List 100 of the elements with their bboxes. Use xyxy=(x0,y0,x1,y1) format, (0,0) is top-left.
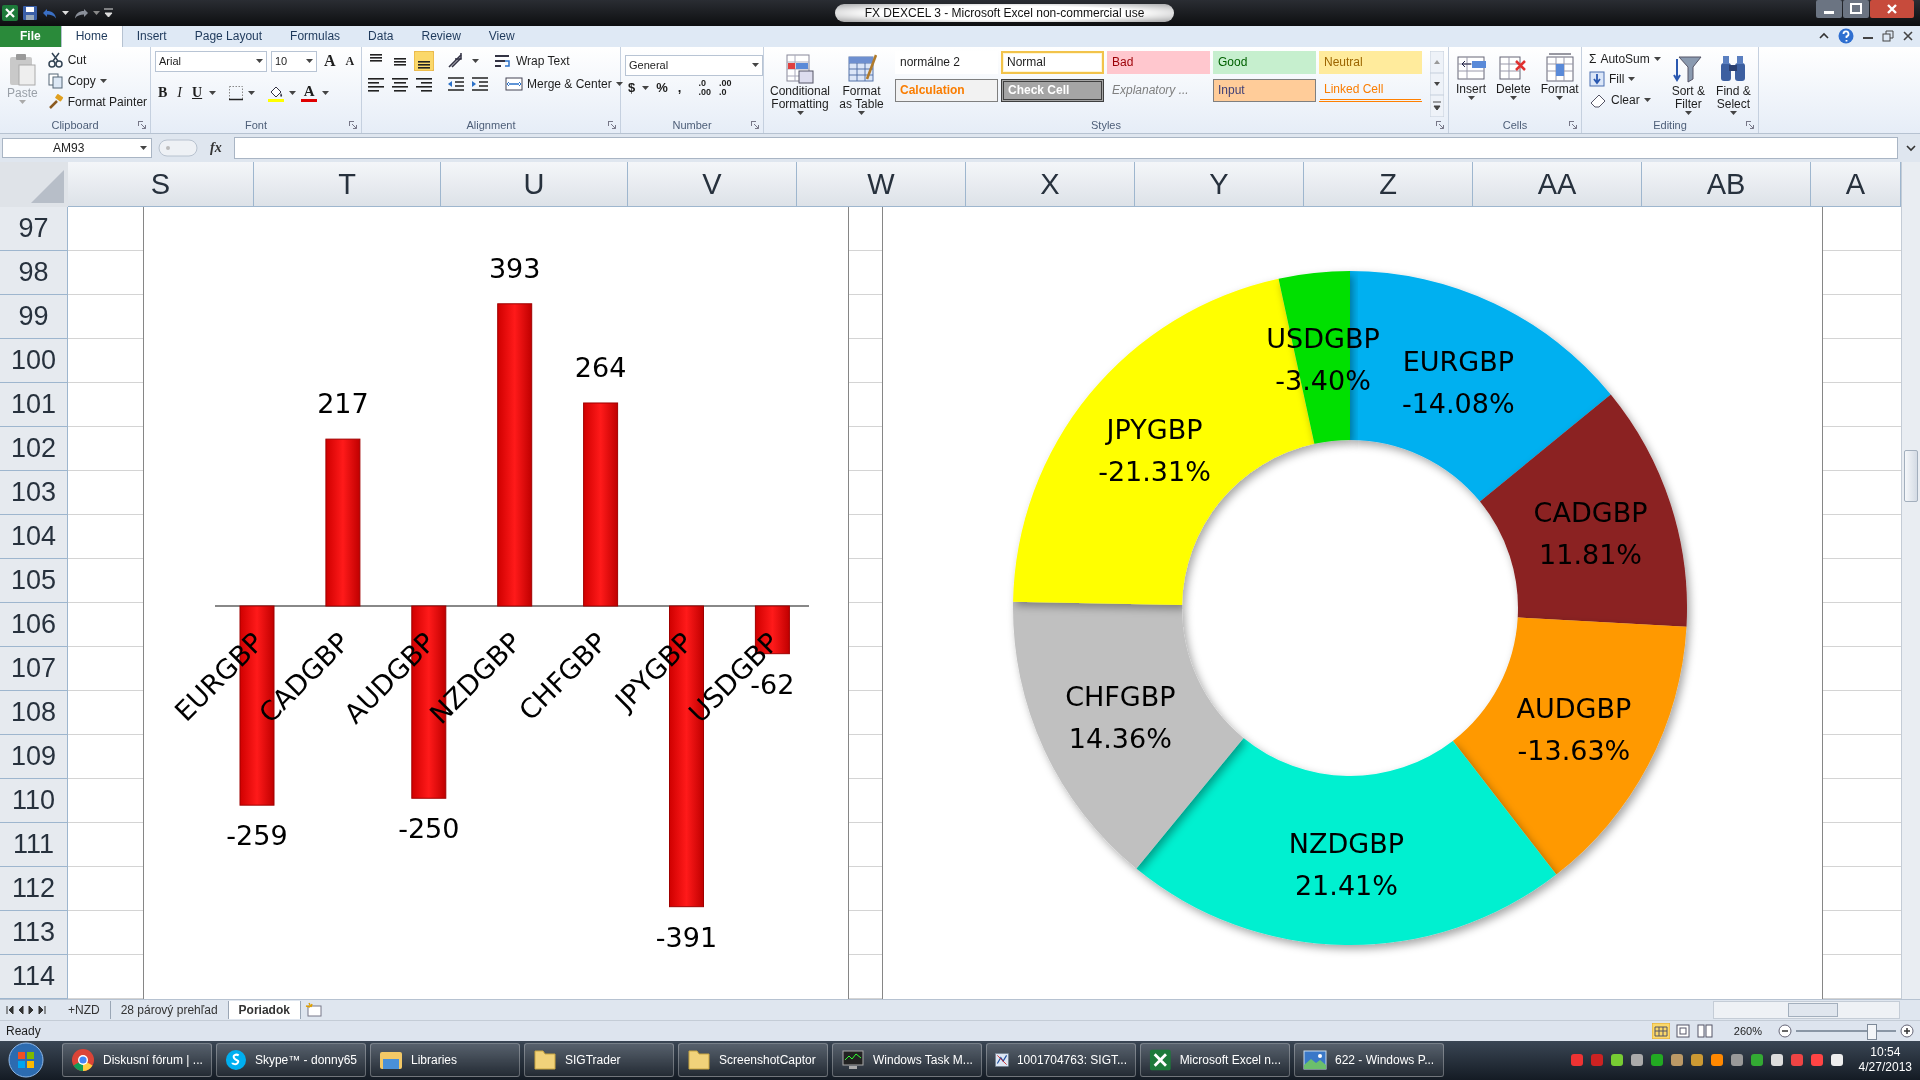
caret-icon[interactable] xyxy=(1643,97,1651,102)
dialog-launcher-icon[interactable] xyxy=(349,121,357,130)
row-header[interactable]: 113 xyxy=(0,911,68,956)
toolbar-button[interactable]: Format Painter xyxy=(44,92,151,111)
cell-style[interactable]: Neutral xyxy=(1319,50,1422,74)
taskbar-button[interactable]: SIGTrader xyxy=(524,1043,674,1078)
cell-style[interactable]: Input xyxy=(1213,78,1316,102)
row-header[interactable]: 106 xyxy=(0,603,68,648)
caret-icon[interactable] xyxy=(99,78,107,83)
clock-date[interactable]: 4/27/2013 xyxy=(1858,1060,1912,1076)
caret-icon[interactable] xyxy=(1653,56,1661,61)
ribbon-tab[interactable]: Data xyxy=(354,25,408,47)
zoom-in-icon[interactable] xyxy=(1900,1023,1914,1038)
row-header[interactable]: 110 xyxy=(0,779,68,824)
column-header[interactable]: X xyxy=(966,162,1135,208)
scroll-down-icon[interactable] xyxy=(1430,72,1444,95)
comma-button[interactable]: , xyxy=(674,80,685,96)
normal-view-icon[interactable] xyxy=(1651,1022,1670,1039)
tray-icon[interactable] xyxy=(1608,1052,1625,1069)
row-header[interactable]: 112 xyxy=(0,867,68,912)
tray-icon[interactable] xyxy=(1628,1052,1645,1069)
sheet-tab[interactable]: 28 párový prehľad xyxy=(110,1000,229,1019)
vertical-scrollbar[interactable] xyxy=(1901,162,1920,1000)
tray-icon[interactable] xyxy=(1708,1052,1725,1069)
number-format-field[interactable]: General xyxy=(625,54,763,76)
shrink-font-button[interactable]: A xyxy=(342,53,358,69)
name-box[interactable]: AM93 xyxy=(2,138,152,159)
taskbar-button[interactable]: 622 - Windows P... xyxy=(1294,1043,1444,1078)
ribbon-tab[interactable]: View xyxy=(474,25,529,47)
caret-icon[interactable] xyxy=(256,59,263,64)
caret-icon[interactable] xyxy=(1556,95,1564,100)
dialog-launcher-icon[interactable] xyxy=(1746,121,1754,130)
wrap-text-button[interactable]: Wrap Text xyxy=(491,51,573,70)
sheet-tab[interactable]: +NZD xyxy=(58,1000,111,1019)
column-header[interactable]: Z xyxy=(1304,162,1473,208)
ribbon-tab[interactable]: File xyxy=(0,24,61,47)
dialog-launcher-icon[interactable] xyxy=(138,121,146,130)
cell-style[interactable]: Good xyxy=(1213,50,1316,74)
dialog-launcher-icon[interactable] xyxy=(751,121,759,130)
column-header[interactable]: Y xyxy=(1135,162,1304,208)
percent-button[interactable]: % xyxy=(653,80,671,96)
caret-icon[interactable] xyxy=(752,63,759,68)
restore-icon[interactable] xyxy=(1882,29,1894,42)
row-header[interactable]: 97 xyxy=(0,207,68,252)
column-header[interactable]: T xyxy=(254,162,441,208)
underline-button[interactable]: U xyxy=(189,84,206,101)
caret-icon[interactable] xyxy=(248,90,256,95)
cell-style[interactable]: Explanatory ... xyxy=(1107,78,1210,102)
fill-button[interactable]: Fill xyxy=(1586,69,1664,88)
insert-function-button[interactable]: fx xyxy=(204,140,228,157)
more-icon[interactable] xyxy=(1430,94,1444,117)
italic-button[interactable]: I xyxy=(174,84,185,101)
column-header[interactable]: A xyxy=(1811,162,1901,208)
row-header[interactable]: 99 xyxy=(0,295,68,340)
caret-icon[interactable] xyxy=(796,110,804,115)
row-header[interactable]: 104 xyxy=(0,515,68,560)
increase-decimal-button[interactable]: .0 .00 xyxy=(696,78,713,97)
font-name-field[interactable]: Arial xyxy=(155,50,267,72)
save-icon[interactable] xyxy=(22,4,38,21)
row-header[interactable]: 107 xyxy=(0,647,68,692)
caret-icon[interactable] xyxy=(322,90,330,95)
clock-time[interactable]: 10:54 xyxy=(1870,1045,1901,1061)
minimize-icon[interactable] xyxy=(1816,0,1842,18)
caret-icon[interactable] xyxy=(472,58,479,63)
page-break-icon[interactable] xyxy=(1695,1022,1714,1039)
bold-button[interactable]: B xyxy=(155,84,171,101)
row-header[interactable]: 101 xyxy=(0,383,68,428)
taskbar-button[interactable]: Skype™ - donny65 xyxy=(216,1043,366,1078)
tray-icon[interactable] xyxy=(1768,1052,1785,1069)
taskbar-button[interactable]: Microsoft Excel n... xyxy=(1140,1043,1290,1078)
font-color-button[interactable]: A xyxy=(300,83,319,102)
caret-icon[interactable] xyxy=(1729,110,1737,115)
dialog-launcher-icon[interactable] xyxy=(608,121,616,130)
caret-icon[interactable] xyxy=(858,110,865,115)
ribbon-tab[interactable]: Page Layout xyxy=(180,25,277,47)
taskbar-button[interactable]: Diskusní fórum | ... xyxy=(62,1043,212,1078)
zoom-out-icon[interactable] xyxy=(1778,1023,1792,1038)
tray-icon[interactable] xyxy=(1688,1052,1705,1069)
row-header[interactable]: 103 xyxy=(0,471,68,516)
row-header[interactable]: 114 xyxy=(0,955,68,1000)
caret-icon[interactable] xyxy=(289,90,297,95)
horizontal-scrollbar[interactable] xyxy=(1713,1000,1900,1019)
dialog-launcher-icon[interactable] xyxy=(1569,121,1577,130)
close-icon[interactable] xyxy=(1902,29,1914,42)
cell-style[interactable]: Bad xyxy=(1107,50,1210,74)
column-header[interactable]: U xyxy=(441,162,628,208)
row-header[interactable]: 108 xyxy=(0,691,68,736)
caret-icon[interactable] xyxy=(209,90,217,95)
row-header[interactable]: 105 xyxy=(0,559,68,604)
tray-icon[interactable] xyxy=(1668,1052,1685,1069)
caret-icon[interactable] xyxy=(642,85,650,90)
borders-icon[interactable] xyxy=(228,84,245,101)
ribbon-button[interactable]: Delete xyxy=(1493,50,1534,102)
decrease-decimal-button[interactable]: .00 .0 xyxy=(716,78,734,97)
autosum-button[interactable]: Σ AutoSum xyxy=(1586,50,1664,67)
row-header[interactable]: 109 xyxy=(0,735,68,780)
grow-font-button[interactable]: A xyxy=(321,52,339,71)
clear-button[interactable]: Clear xyxy=(1586,90,1664,109)
taskbar-button[interactable]: ScreenshotCaptor xyxy=(678,1043,828,1078)
formula-field[interactable] xyxy=(233,137,1898,160)
